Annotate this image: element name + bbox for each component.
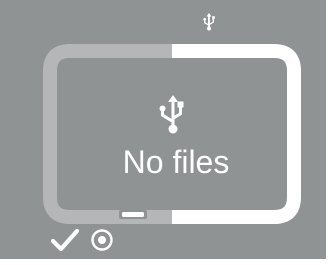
usb-icon: [157, 95, 189, 135]
device-screen: No files: [0, 0, 326, 259]
empty-state-message: No files: [122, 144, 230, 180]
usb-status-icon: [201, 13, 217, 31]
radio-target-icon[interactable]: [90, 228, 114, 252]
check-icon[interactable]: [50, 228, 80, 252]
